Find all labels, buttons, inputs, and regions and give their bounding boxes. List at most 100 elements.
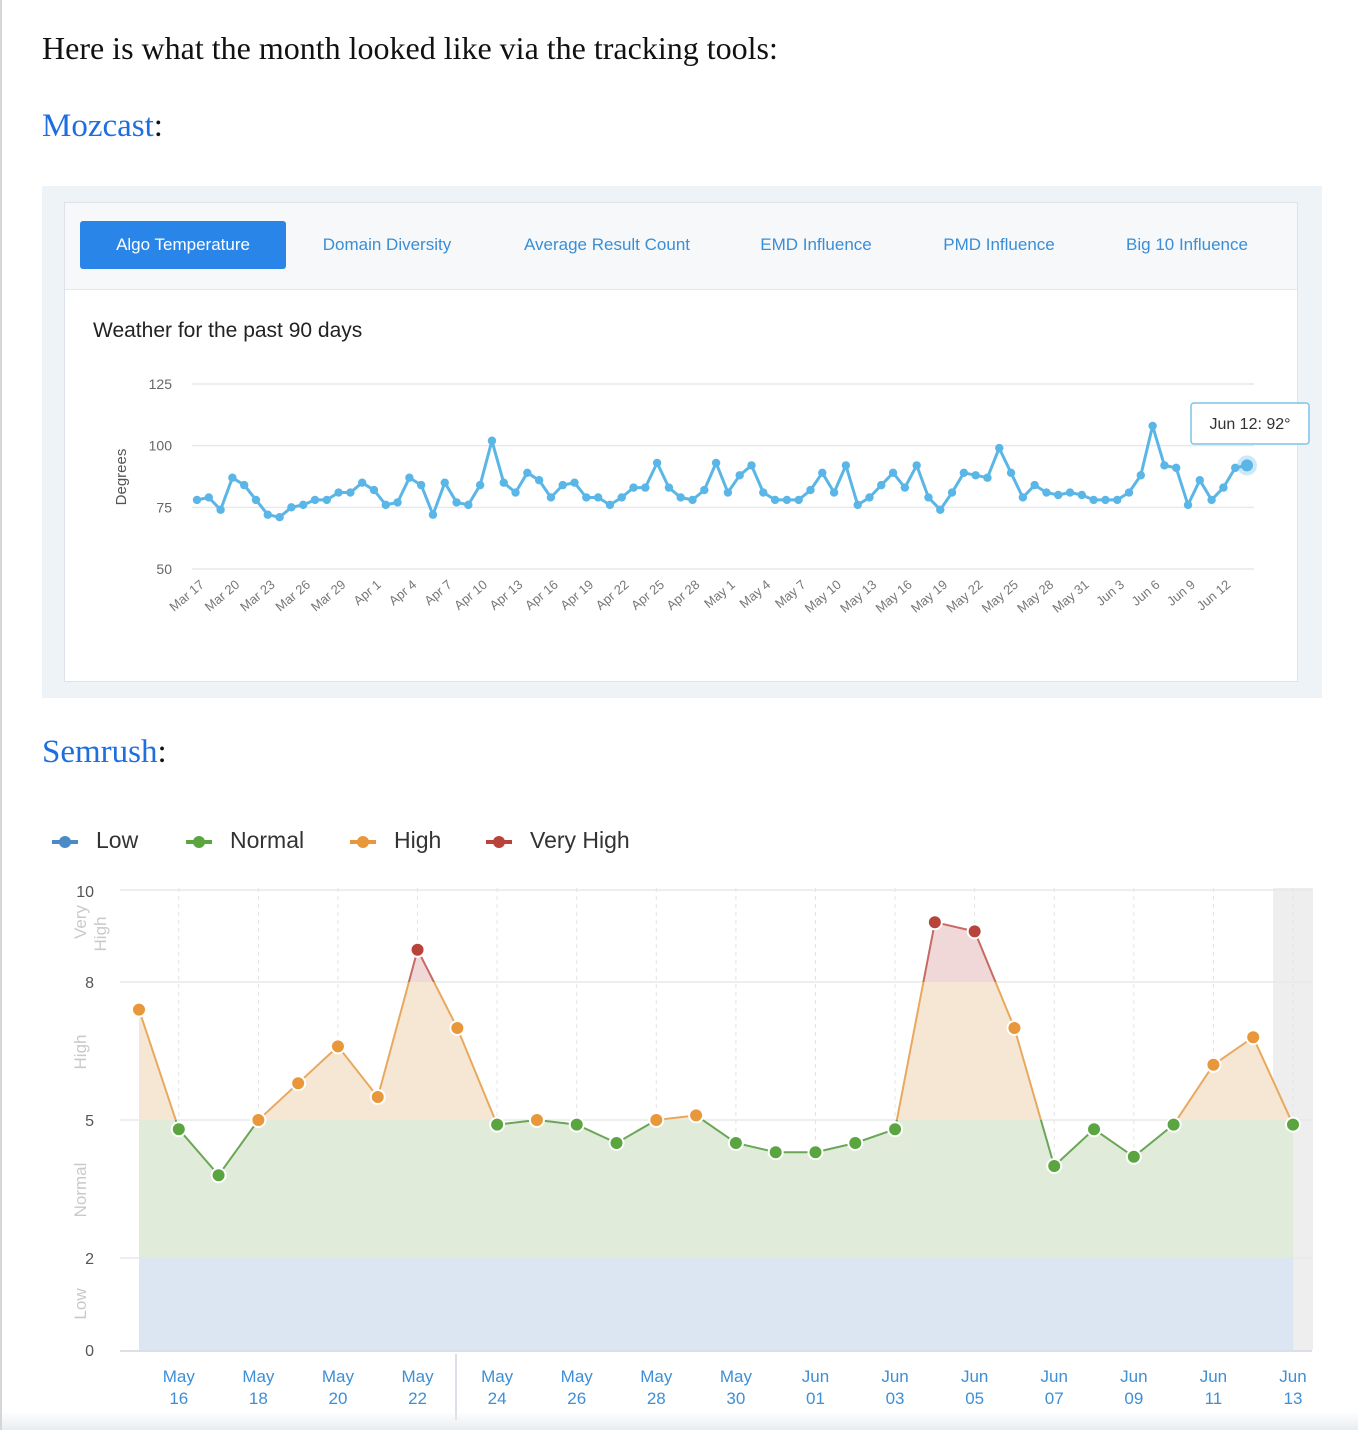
- legend-item-high[interactable]: High: [350, 820, 441, 860]
- x-tick-label-day: 28: [647, 1389, 666, 1408]
- mozcast-heading: Mozcast:: [42, 108, 163, 145]
- signal-point: [170, 1121, 187, 1138]
- tab-domain-diversity[interactable]: Domain Diversity: [301, 221, 473, 269]
- signal-point: [449, 1020, 466, 1036]
- tab-algo-temperature[interactable]: Algo Temperature: [80, 221, 286, 269]
- band-area-normal: [139, 1120, 1293, 1258]
- signal-point: [1006, 1020, 1023, 1036]
- signal-line: [138, 982, 1293, 1120]
- x-tick-label-day: 13: [1284, 1389, 1303, 1408]
- signal-point: [250, 1112, 267, 1128]
- bottom-shadow: [2, 1412, 1358, 1430]
- x-tick-label-day: 18: [249, 1389, 268, 1408]
- page: Here is what the month looked like via t…: [0, 0, 1358, 1430]
- legend-label-normal: Normal: [230, 827, 305, 853]
- x-tick-label-day: 24: [488, 1389, 507, 1408]
- y-tick-label: 8: [85, 975, 94, 992]
- x-tick-label-day: 26: [567, 1389, 586, 1408]
- x-tick-label-day: 20: [329, 1389, 348, 1408]
- signal-point: [648, 1112, 665, 1128]
- x-tick-label-day: 16: [169, 1389, 188, 1408]
- x-tick-label-day: 11: [1205, 1389, 1223, 1408]
- x-tick-label-day: 07: [1045, 1389, 1064, 1408]
- signal-point: [1086, 1121, 1103, 1138]
- x-tick-label-month: Jun: [961, 1367, 988, 1386]
- band-label-very-high-line1: Very: [71, 904, 90, 939]
- x-tick-label-month: May: [481, 1367, 514, 1386]
- signal-point: [131, 1001, 147, 1018]
- x-tick-label-month: May: [720, 1367, 753, 1386]
- signal-line: [174, 1120, 1294, 1177]
- x-tick-label-day: 03: [886, 1389, 905, 1408]
- legend-swatch-high: [350, 835, 376, 848]
- x-tick-label-day: 01: [806, 1389, 825, 1408]
- legend-item-normal[interactable]: Normal: [186, 820, 304, 860]
- x-tick-label-month: May: [401, 1367, 434, 1386]
- x-tick-label-month: Jun: [1120, 1367, 1147, 1386]
- band-label-high: High: [71, 1035, 90, 1070]
- mozcast-chart-title: Weather for the past 90 days: [93, 319, 363, 342]
- signal-point: [369, 1089, 386, 1105]
- x-tick-label-month: Jun: [881, 1367, 908, 1386]
- signal-line: [139, 922, 1293, 1175]
- legend-swatch-low: [52, 835, 78, 848]
- band-area-low: [139, 1258, 1293, 1350]
- signal-point: [210, 1167, 227, 1184]
- y-tick-label: 10: [76, 884, 94, 901]
- signal-point: [1165, 1116, 1182, 1133]
- tab-big-10-influence[interactable]: Big 10 Influence: [1105, 221, 1269, 269]
- signal-line: [407, 920, 997, 982]
- x-tick-label-month: Jun: [802, 1367, 829, 1386]
- tab-pmd-influence[interactable]: PMD Influence: [925, 221, 1073, 269]
- intro-text: Here is what the month looked like via t…: [42, 30, 778, 66]
- x-tick-label-month: Jun: [1200, 1367, 1227, 1386]
- legend-item-low[interactable]: Low: [52, 820, 138, 860]
- y-tick-label: 5: [85, 1113, 94, 1130]
- signal-point: [1046, 1158, 1063, 1174]
- mozcast-tab-bar: Algo Temperature Domain Diversity Averag…: [65, 203, 1297, 290]
- signal-point: [926, 914, 943, 931]
- signal-point: [1125, 1148, 1142, 1165]
- signal-point: [329, 1038, 346, 1055]
- tab-emd-influence[interactable]: EMD Influence: [741, 221, 891, 269]
- x-tick-label-month: Jun: [1279, 1367, 1306, 1386]
- x-tick-label-month: May: [163, 1367, 196, 1386]
- signal-point: [1285, 1116, 1301, 1133]
- signal-point: [1245, 1029, 1262, 1046]
- semrush-colon: :: [157, 734, 167, 770]
- mozcast-colon: :: [153, 108, 163, 144]
- legend-item-very-high[interactable]: Very High: [486, 820, 630, 860]
- signal-point: [608, 1135, 625, 1151]
- signal-point: [807, 1144, 824, 1161]
- x-tick-label-month: May: [561, 1367, 594, 1386]
- legend-swatch-very-high: [486, 835, 512, 848]
- mozcast-link[interactable]: Mozcast: [42, 108, 154, 144]
- x-tick-label-month: May: [322, 1367, 355, 1386]
- signal-point: [966, 923, 983, 940]
- band-area-very-high: [408, 922, 996, 982]
- x-tick-label-day: 05: [965, 1389, 984, 1408]
- signal-point: [767, 1144, 784, 1161]
- signal-point: [489, 1116, 506, 1133]
- x-tick-label-month: May: [242, 1367, 275, 1386]
- signal-point: [887, 1121, 904, 1138]
- x-tick-label-day: 09: [1124, 1389, 1143, 1408]
- signal-point: [1205, 1056, 1222, 1073]
- mozcast-card: Algo Temperature Domain Diversity Averag…: [64, 202, 1298, 682]
- tab-average-result-count[interactable]: Average Result Count: [503, 221, 711, 269]
- signal-point: [290, 1075, 307, 1092]
- band-area-high: [139, 982, 1291, 1120]
- semrush-link[interactable]: Semrush: [42, 734, 158, 770]
- band-label-low: Low: [71, 1288, 90, 1320]
- x-tick-label-month: May: [640, 1367, 673, 1386]
- legend-label-very-high: Very High: [530, 827, 630, 853]
- x-tick-label-month: Jun: [1041, 1367, 1068, 1386]
- mozcast-panel: Algo Temperature Domain Diversity Averag…: [42, 186, 1322, 698]
- x-tick-label-day: 30: [726, 1389, 745, 1408]
- y-tick-label: 2: [85, 1251, 94, 1268]
- signal-point: [528, 1112, 545, 1128]
- signal-point: [727, 1135, 744, 1151]
- band-label-very-high-line2: High: [91, 917, 110, 952]
- signal-point: [568, 1116, 585, 1133]
- y-tick-label: 0: [85, 1343, 94, 1360]
